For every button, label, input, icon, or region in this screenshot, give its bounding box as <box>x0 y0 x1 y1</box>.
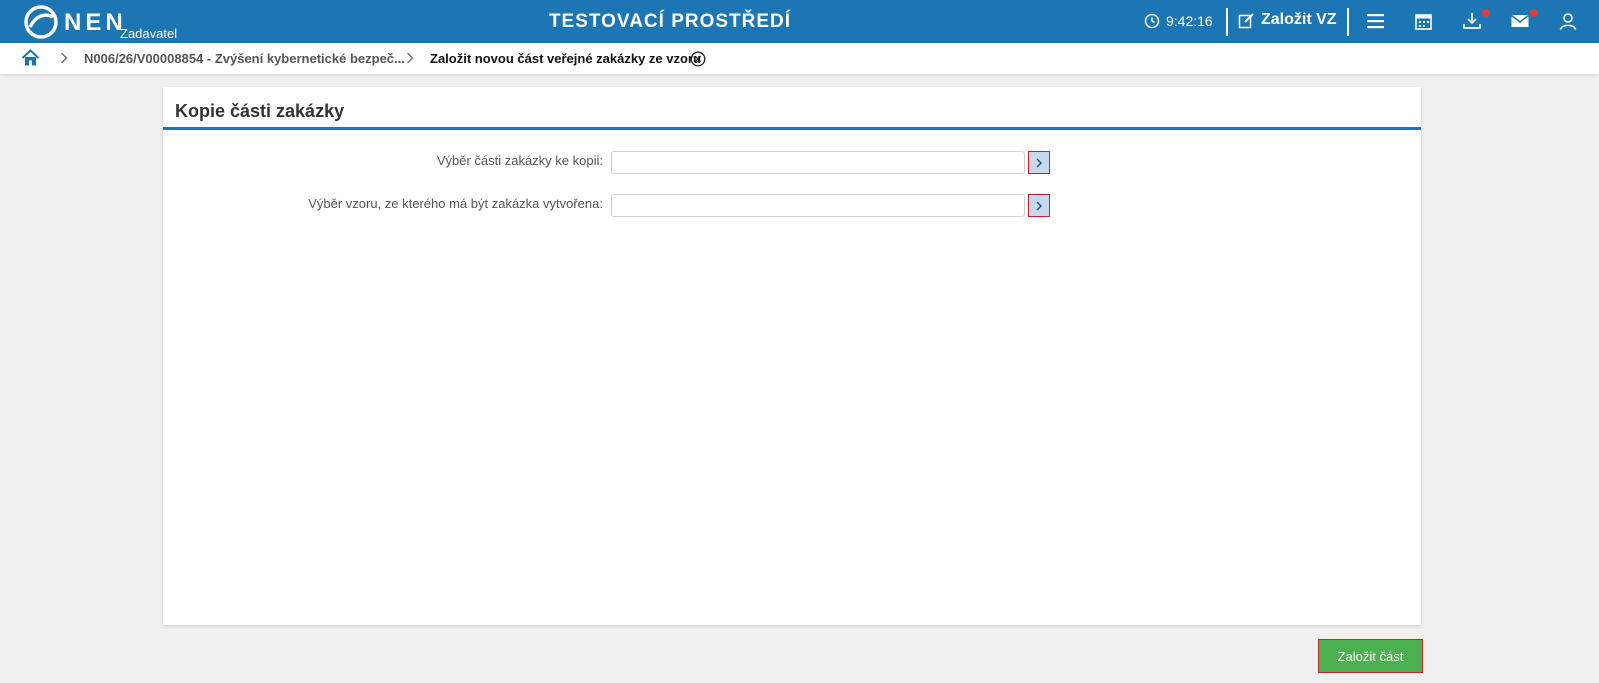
chevron-right-icon <box>1036 158 1042 167</box>
edit-icon <box>1238 12 1254 28</box>
panel-title: Kopie části zakázky <box>175 101 345 121</box>
template-select-label: Výběr vzoru, ze kterého má být zakázka v… <box>308 196 603 211</box>
breadcrumb-item-tender[interactable]: N006/26/V00008854 - Zvýšení kybernetické… <box>84 51 405 66</box>
header-separator <box>1347 8 1349 36</box>
chevron-right-icon <box>1036 201 1042 210</box>
environment-title: TESTOVACÍ PROSTŘEDÍ <box>548 11 792 32</box>
calendar-icon[interactable] <box>1414 12 1436 32</box>
part-select-picker-button[interactable] <box>1028 151 1050 174</box>
mail-badge <box>1530 9 1538 17</box>
menu-icon[interactable] <box>1366 12 1388 32</box>
panel-title-divider <box>163 127 1421 130</box>
template-select-input[interactable] <box>611 194 1025 217</box>
template-select-picker-button[interactable] <box>1028 194 1050 217</box>
chevron-right-icon <box>61 52 68 64</box>
home-icon[interactable] <box>21 49 40 67</box>
mail-icon[interactable] <box>1510 9 1538 32</box>
chevron-right-icon <box>407 52 414 64</box>
part-select-label: Výběr části zakázky ke kopii: <box>436 153 603 168</box>
download-icon[interactable] <box>1462 9 1490 32</box>
session-clock: 9:42:16 <box>1144 13 1213 29</box>
clock-time: 9:42:16 <box>1166 13 1213 29</box>
top-bar: NEN Zadavatel TESTOVACÍ PROSTŘEDÍ 9:42:1… <box>0 0 1599 43</box>
breadcrumb: N006/26/V00008854 - Zvýšení kybernetické… <box>0 43 1599 74</box>
close-icon[interactable] <box>690 51 706 67</box>
header-separator <box>1226 8 1228 36</box>
nen-logo-icon <box>24 5 58 39</box>
logo-text: NEN <box>64 9 127 36</box>
create-vz-button[interactable]: Založit VZ <box>1238 11 1337 29</box>
user-icon[interactable] <box>1558 12 1580 32</box>
part-select-input[interactable] <box>611 151 1025 174</box>
logo-subtitle: Zadavatel <box>120 26 178 41</box>
breadcrumb-item-current: Založit novou část veřejné zakázky ze vz… <box>430 51 701 66</box>
download-badge <box>1482 9 1490 17</box>
clock-icon <box>1144 13 1160 29</box>
create-part-button[interactable]: Založit část <box>1318 639 1423 673</box>
copy-part-panel: Kopie části zakázky Výběr části zakázky … <box>163 87 1421 625</box>
create-vz-label: Založit VZ <box>1261 11 1337 28</box>
